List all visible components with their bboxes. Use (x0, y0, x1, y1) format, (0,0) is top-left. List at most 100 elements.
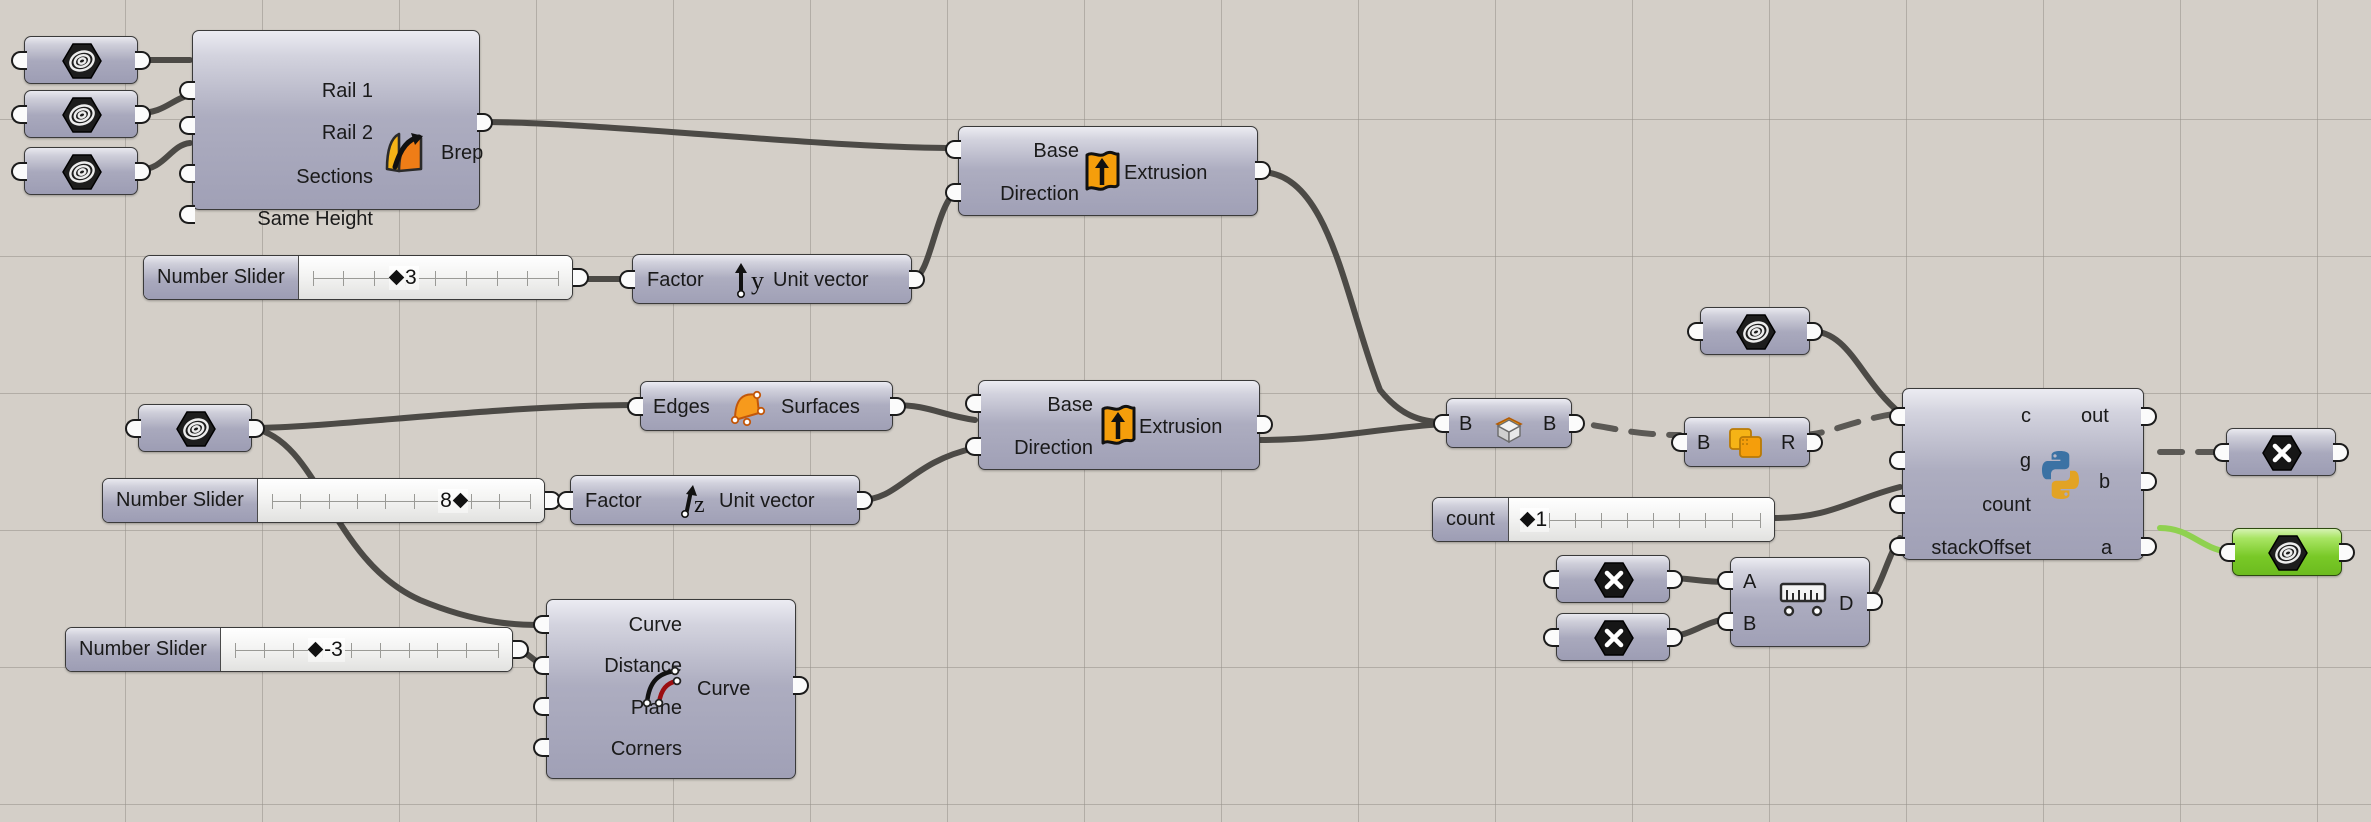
input-port-a[interactable] (1717, 571, 1733, 590)
edges-input-label: Edges (653, 396, 710, 418)
input-port[interactable] (2213, 443, 2229, 462)
input-port-curve[interactable] (533, 615, 549, 634)
output-port[interactable] (1667, 628, 1683, 647)
slider-track[interactable]: -3 (220, 628, 512, 671)
slider-value: 3 (404, 265, 417, 289)
output-port-d[interactable] (1867, 592, 1883, 611)
output-port-a[interactable] (2141, 537, 2157, 556)
slider-track[interactable]: 3 (298, 256, 572, 299)
offset-input-curve: Curve (628, 614, 682, 636)
curve-spiral-icon (175, 410, 217, 448)
point-param-2[interactable] (1543, 613, 1683, 661)
curve-param-4[interactable] (125, 404, 265, 452)
brep-region-node[interactable]: B R (1671, 417, 1823, 467)
python-output-b: b (2099, 471, 2111, 493)
extrude-top-input-direction: Direction (1000, 183, 1079, 205)
input-port[interactable] (11, 162, 27, 181)
input-port-sections[interactable] (179, 164, 195, 183)
ruler-icon (1773, 580, 1833, 624)
number-slider-distance[interactable]: Number Slider -3 (65, 627, 513, 672)
input-port-sameheight[interactable] (179, 205, 195, 224)
sweep2-input-sections: Sections (296, 166, 373, 188)
output-port-b[interactable] (2141, 472, 2157, 491)
slider-y-output-port[interactable] (573, 268, 589, 287)
output-port[interactable] (1807, 322, 1823, 341)
input-port-edges[interactable] (627, 397, 643, 416)
curve-param-5[interactable] (1687, 307, 1823, 355)
curve-spiral-icon (61, 153, 103, 191)
curve-param-2[interactable] (11, 90, 151, 138)
output-port-brep[interactable] (477, 113, 493, 132)
output-port[interactable] (2333, 443, 2349, 462)
input-port-rail1[interactable] (179, 81, 195, 100)
slider-handle-icon[interactable] (1519, 511, 1535, 528)
output-port[interactable] (135, 51, 151, 70)
input-port-factor[interactable] (557, 491, 573, 510)
input-port[interactable] (11, 105, 27, 124)
slider-track[interactable]: 8 (257, 479, 544, 522)
input-port[interactable] (125, 419, 141, 438)
curve-param-1[interactable] (11, 36, 151, 84)
input-port-direction[interactable] (965, 437, 981, 456)
distance-node[interactable]: A B D (1717, 557, 1883, 647)
output-port-unitvector[interactable] (857, 491, 873, 510)
input-port[interactable] (11, 51, 27, 70)
extrude-node-top[interactable]: Base Direction Extrusion (945, 126, 1271, 216)
slider-distance-output-port[interactable] (513, 640, 529, 659)
output-port[interactable] (135, 105, 151, 124)
point-x-icon (2261, 434, 2303, 472)
output-port-r[interactable] (1807, 433, 1823, 452)
count-slider[interactable]: count 1 (1432, 497, 1775, 542)
input-port[interactable] (2219, 543, 2235, 562)
sweep2-node[interactable]: Rail 1 Rail 2 Sections Same Height Brep (179, 30, 493, 229)
point-param-1[interactable] (1543, 555, 1683, 603)
curve-spiral-icon (61, 42, 103, 80)
extrude-node-mid[interactable]: Base Direction Extrusion (965, 380, 1273, 470)
slider-label: Number Slider (144, 256, 299, 299)
unit-z-node[interactable]: Factor Unit vector z (557, 475, 873, 525)
input-port[interactable] (1687, 322, 1703, 341)
output-port[interactable] (1667, 570, 1683, 589)
unit-y-icon: y (731, 261, 773, 299)
output-port-surfaces[interactable] (890, 397, 906, 416)
input-port-rail2[interactable] (179, 116, 195, 135)
input-port-direction[interactable] (945, 183, 961, 202)
input-port[interactable] (1543, 628, 1559, 647)
cap-holes-node[interactable]: B B (1433, 398, 1585, 448)
input-port[interactable] (1543, 570, 1559, 589)
output-port-unitvector[interactable] (909, 270, 925, 289)
grasshopper-canvas[interactable]: Rail 1 Rail 2 Sections Same Height Brep … (0, 0, 2371, 822)
input-port-base[interactable] (945, 140, 961, 159)
input-port-b[interactable] (1717, 612, 1733, 631)
input-port-factor[interactable] (619, 270, 635, 289)
output-port-extrusion[interactable] (1257, 415, 1273, 434)
slider-track[interactable]: 1 (1508, 498, 1774, 541)
extrude-icon (1081, 149, 1123, 195)
input-port-base[interactable] (965, 394, 981, 413)
point-x-icon (1593, 619, 1635, 657)
offset-curve-node[interactable]: Curve Distance Plane Corners Curve (533, 599, 809, 779)
offset-output-curve: Curve (697, 678, 751, 700)
output-port[interactable] (249, 419, 265, 438)
input-port-b[interactable] (1433, 414, 1449, 433)
number-slider-z[interactable]: Number Slider 8 (102, 478, 545, 523)
input-port-plane[interactable] (533, 697, 549, 716)
input-port-b[interactable] (1671, 433, 1687, 452)
output-port[interactable] (2339, 543, 2355, 562)
output-port-out[interactable] (2141, 407, 2157, 426)
output-port[interactable] (135, 162, 151, 181)
output-port-extrusion[interactable] (1255, 161, 1271, 180)
curve-param-selected[interactable] (2219, 528, 2355, 576)
point-param-3[interactable] (2213, 428, 2349, 476)
unit-y-node[interactable]: Factor Unit vector y (619, 254, 925, 304)
slider-handle-icon[interactable] (307, 641, 324, 658)
number-slider-y[interactable]: Number Slider 3 (143, 255, 573, 300)
deconstruct-brep-node[interactable]: Edges Surfaces (627, 381, 906, 431)
slider-handle-icon[interactable] (388, 269, 405, 286)
curve-param-3[interactable] (11, 147, 151, 195)
slider-handle-icon[interactable] (452, 492, 469, 509)
python-input-c: c (2021, 405, 2031, 427)
python-node[interactable]: c g count stackOffset out b a (1889, 388, 2157, 560)
output-port-b[interactable] (1569, 414, 1585, 433)
output-port-curve[interactable] (793, 676, 809, 695)
